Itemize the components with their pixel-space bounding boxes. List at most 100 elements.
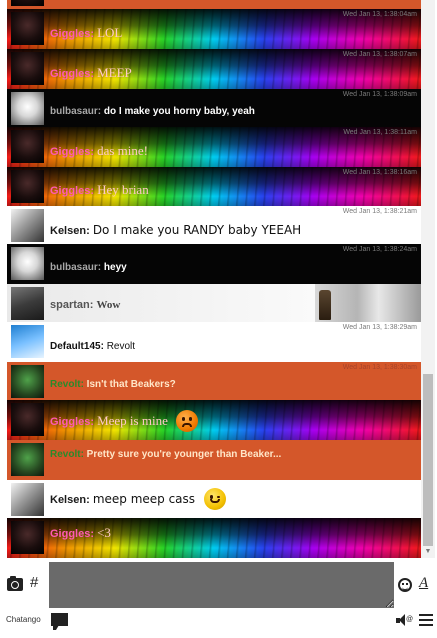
- angry-emoji-icon: [176, 410, 199, 432]
- avatar[interactable]: [11, 247, 44, 280]
- message-list[interactable]: Wed Jan 13, 1:38:04am Giggles: LOL Wed J…: [7, 0, 421, 558]
- message-line: Giggles: LOL: [50, 24, 122, 42]
- message-text: das mine!: [97, 143, 148, 158]
- message-line: bulbasaur: heyy: [50, 257, 127, 275]
- message-row: Wed Jan 13, 1:38:29am Default145: Revolt: [7, 322, 421, 362]
- avatar[interactable]: [11, 365, 44, 398]
- message-row: Wed Jan 13, 1:38:16am Giggles: Hey brian: [7, 167, 421, 206]
- message-text: Meep is mine: [97, 413, 168, 429]
- username[interactable]: Giggles: [50, 68, 90, 80]
- separator: :: [86, 494, 93, 507]
- username[interactable]: bulbasaur: [50, 106, 98, 117]
- camera-icon[interactable]: [7, 576, 23, 591]
- timestamp: Wed Jan 13, 1:38:30am: [342, 364, 417, 371]
- sound-at-label: @: [406, 616, 414, 623]
- avatar[interactable]: [11, 92, 44, 125]
- message-text: do I make you horny baby, yeah: [103, 106, 255, 117]
- avatar[interactable]: [11, 209, 44, 242]
- username[interactable]: Default145: [50, 341, 101, 352]
- brand-link[interactable]: Chatango: [6, 615, 41, 624]
- username[interactable]: bulbasaur: [50, 262, 98, 273]
- message-text: Do I make you RANDY baby YEEAH: [92, 223, 302, 237]
- message-text: MEEP: [97, 65, 132, 80]
- message-text: Hey brian: [97, 182, 149, 197]
- bottle-image: [319, 290, 331, 320]
- message-line: Revolt: Pretty sure you're younger than …: [50, 444, 281, 462]
- message-row-partial: [7, 0, 421, 9]
- message-line: spartan: Wow: [50, 295, 120, 313]
- background-photo: [315, 284, 421, 322]
- avatar[interactable]: [11, 0, 44, 6]
- chat-window: Wed Jan 13, 1:38:04am Giggles: LOL Wed J…: [0, 0, 437, 638]
- message-row: Wed Jan 13, 1:38:30am Revolt: Isn't that…: [7, 362, 421, 400]
- message-input[interactable]: [49, 562, 394, 608]
- font-style-button[interactable]: A: [419, 575, 428, 592]
- timestamp: Wed Jan 13, 1:38:21am: [342, 208, 417, 215]
- message-row: Revolt: Pretty sure you're younger than …: [7, 440, 421, 480]
- avatar[interactable]: [11, 170, 44, 203]
- scrollbar-thumb[interactable]: [423, 374, 433, 546]
- timestamp: Wed Jan 13, 1:38:07am: [342, 51, 417, 58]
- smiley-icon[interactable]: [398, 578, 412, 592]
- message-row: Wed Jan 13, 1:38:04am Giggles: LOL: [7, 9, 421, 49]
- username[interactable]: spartan: [50, 299, 90, 311]
- username[interactable]: Giggles: [50, 146, 90, 158]
- message-text: Revolt: [106, 341, 136, 352]
- timestamp: Wed Jan 13, 1:38:16am: [342, 169, 417, 176]
- avatar[interactable]: [11, 12, 44, 45]
- message-line: Giggles: das mine!: [50, 142, 148, 160]
- username[interactable]: Revolt: [50, 379, 81, 390]
- username[interactable]: Giggles: [50, 185, 90, 197]
- avatar[interactable]: [11, 287, 44, 320]
- timestamp: Wed Jan 13, 1:38:09am: [342, 91, 417, 98]
- message-row: Giggles: <3: [7, 518, 421, 558]
- message-line: Giggles: Meep is mine: [50, 410, 199, 432]
- message-line: Kelsen: meep meep cass: [50, 488, 226, 510]
- message-text: Isn't that Beakers?: [86, 379, 176, 390]
- message-row: spartan: Wow: [7, 284, 421, 322]
- scroll-down-arrow-icon[interactable]: ▼: [423, 548, 433, 556]
- message-row: Kelsen: meep meep cass: [7, 480, 421, 518]
- speaker-icon[interactable]: @: [396, 614, 414, 627]
- message-line: Giggles: Hey brian: [50, 181, 149, 199]
- input-bar: # A: [0, 558, 437, 610]
- avatar[interactable]: [11, 483, 44, 516]
- username[interactable]: Giggles: [50, 416, 90, 428]
- scrollbar[interactable]: ▼: [421, 0, 435, 558]
- avatar[interactable]: [11, 325, 44, 358]
- avatar[interactable]: [11, 443, 44, 476]
- message-row: Wed Jan 13, 1:38:07am Giggles: MEEP: [7, 49, 421, 89]
- channel-hash-button[interactable]: #: [30, 574, 38, 591]
- chat-bubble-icon[interactable]: [51, 613, 68, 630]
- message-text: LOL: [97, 25, 123, 40]
- username[interactable]: Revolt: [50, 449, 81, 460]
- message-row: Wed Jan 13, 1:38:24am bulbasaur: heyy: [7, 244, 421, 284]
- avatar[interactable]: [11, 130, 44, 163]
- message-text: meep meep cass: [92, 492, 196, 507]
- username[interactable]: Giggles: [50, 528, 90, 540]
- message-text: heyy: [103, 262, 127, 273]
- wink-emoji-icon: [203, 488, 226, 510]
- timestamp: Wed Jan 13, 1:38:11am: [343, 129, 417, 136]
- message-line: Default145: Revolt: [50, 336, 135, 354]
- avatar[interactable]: [11, 52, 44, 85]
- message-text: Pretty sure you're younger than Beaker..…: [86, 449, 282, 460]
- message-line: Giggles: <3: [50, 524, 111, 542]
- timestamp: Wed Jan 13, 1:38:29am: [342, 324, 417, 331]
- avatar[interactable]: [11, 521, 44, 554]
- message-row: Wed Jan 13, 1:38:09am bulbasaur: do I ma…: [7, 89, 421, 127]
- message-line: bulbasaur: do I make you horny baby, yea…: [50, 101, 255, 119]
- username[interactable]: Kelsen: [50, 225, 86, 237]
- message-line: Giggles: MEEP: [50, 64, 132, 82]
- hamburger-menu-icon[interactable]: [419, 614, 433, 626]
- message-row: Giggles: Meep is mine: [7, 400, 421, 440]
- message-text: Wow: [96, 299, 121, 311]
- message-line: Kelsen: Do I make you RANDY baby YEEAH: [50, 221, 301, 239]
- message-row: Wed Jan 13, 1:38:11am Giggles: das mine!: [7, 127, 421, 167]
- message-text: <3: [97, 525, 111, 540]
- username[interactable]: Giggles: [50, 28, 90, 40]
- timestamp: Wed Jan 13, 1:38:04am: [342, 11, 417, 18]
- footer: Chatango @: [0, 610, 437, 638]
- username[interactable]: Kelsen: [50, 494, 86, 506]
- avatar[interactable]: [11, 403, 44, 436]
